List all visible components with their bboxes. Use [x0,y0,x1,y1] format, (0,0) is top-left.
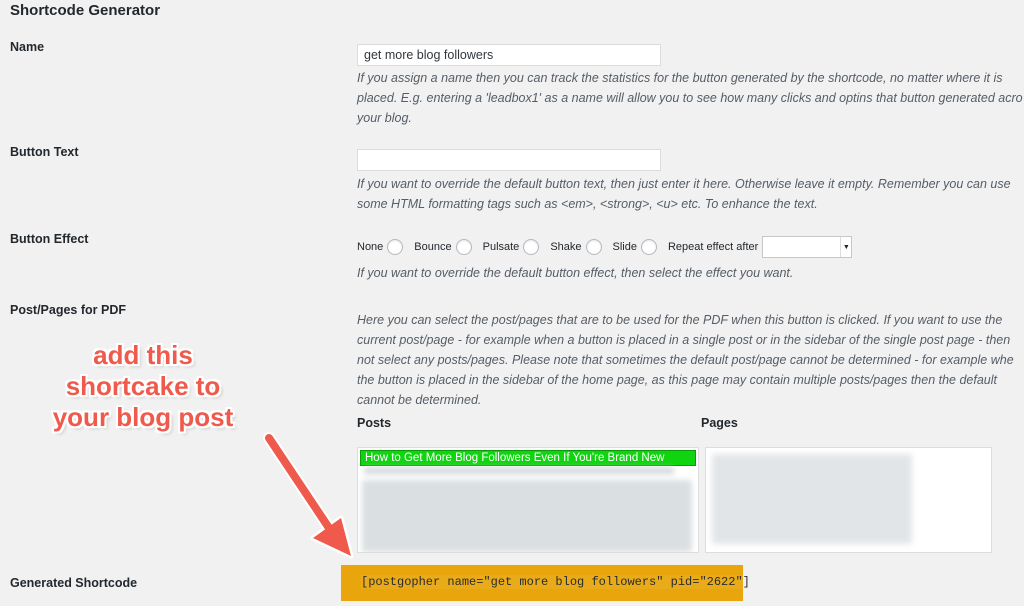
effect-radio-shake[interactable] [585,239,602,255]
name-desc-line: your blog. [357,111,412,125]
button-effect-description: If you want to override the default butt… [357,266,794,280]
post-item-selected[interactable]: How to Get More Blog Followers Even If Y… [360,450,696,466]
shortcode-highlight: [postgopher name="get more blog follower… [341,565,750,601]
shortcode-output[interactable]: [postgopher name="get more blog follower… [361,575,750,589]
button-text-desc-line: If you want to override the default butt… [357,177,1011,191]
effect-label: Slide [612,241,637,253]
blurred-page-list [712,454,912,544]
name-label: Name [10,40,45,54]
button-text-desc-line: some HTML formatting tags such as <em>, … [357,197,818,211]
effect-option-none[interactable]: None [357,239,404,255]
pages-listbox[interactable] [705,447,992,553]
effect-label: Shake [550,241,582,253]
effect-option-bounce[interactable]: Bounce [414,239,472,255]
annotation-arrow-icon [263,432,354,559]
posts-listbox[interactable]: How to Get More Blog Followers Even If Y… [357,447,699,553]
effect-label: Pulsate [482,241,520,253]
button-text-label: Button Text [10,145,79,159]
effect-label: None [357,241,384,253]
post-pages-desc-line: Here you can select the post/pages that … [357,313,1003,327]
repeat-effect-select[interactable]: ▼ [762,236,853,258]
annotation-line: add this [93,340,193,370]
chevron-down-icon: ▼ [840,237,851,257]
blurred-post-list [362,480,692,552]
repeat-effect-label: Repeat effect after [667,241,759,253]
name-description: If you assign a name then you can track … [357,68,1023,128]
pages-heading: Pages [701,416,738,430]
effect-label: Bounce [414,241,452,253]
post-pages-desc-line: cannot be determined. [357,393,482,407]
posts-heading: Posts [357,416,392,430]
section-title: Shortcode Generator [10,2,161,19]
name-desc-line: placed. E.g. entering a 'leadbox1' as a … [357,91,1023,105]
effect-option-shake[interactable]: Shake [550,239,602,255]
annotation-line: shortcake to [65,371,221,401]
annotation-text: add this shortcake to your blog post [34,340,252,433]
button-text-input[interactable] [357,149,661,171]
generated-shortcode-label: Generated Shortcode [10,576,138,590]
effect-option-slide[interactable]: Slide [613,239,657,255]
effect-radio-pulsate[interactable] [523,239,540,255]
button-text-description: If you want to override the default butt… [357,174,1011,214]
post-pages-description: Here you can select the post/pages that … [357,310,1014,410]
effect-option-pulsate[interactable]: Pulsate [483,239,540,255]
button-effect-options: None Bounce Pulsate Shake Slide Repeat e… [357,236,853,258]
blurred-post-item [364,468,674,474]
post-pages-desc-line: current post/page - for example when a b… [357,333,1011,347]
button-effect-label: Button Effect [10,232,89,246]
post-pages-desc-line: the button is placed in the sidebar of t… [357,373,998,387]
post-pages-label: Post/Pages for PDF [10,303,126,317]
effect-radio-slide[interactable] [640,239,657,255]
effect-radio-none[interactable] [387,239,404,255]
annotation-line: your blog post [52,402,234,432]
name-input[interactable] [357,44,661,66]
post-pages-desc-line: not select any posts/pages. Please note … [357,353,1014,367]
name-desc-line: If you assign a name then you can track … [357,71,1003,85]
effect-radio-bounce[interactable] [455,239,472,255]
